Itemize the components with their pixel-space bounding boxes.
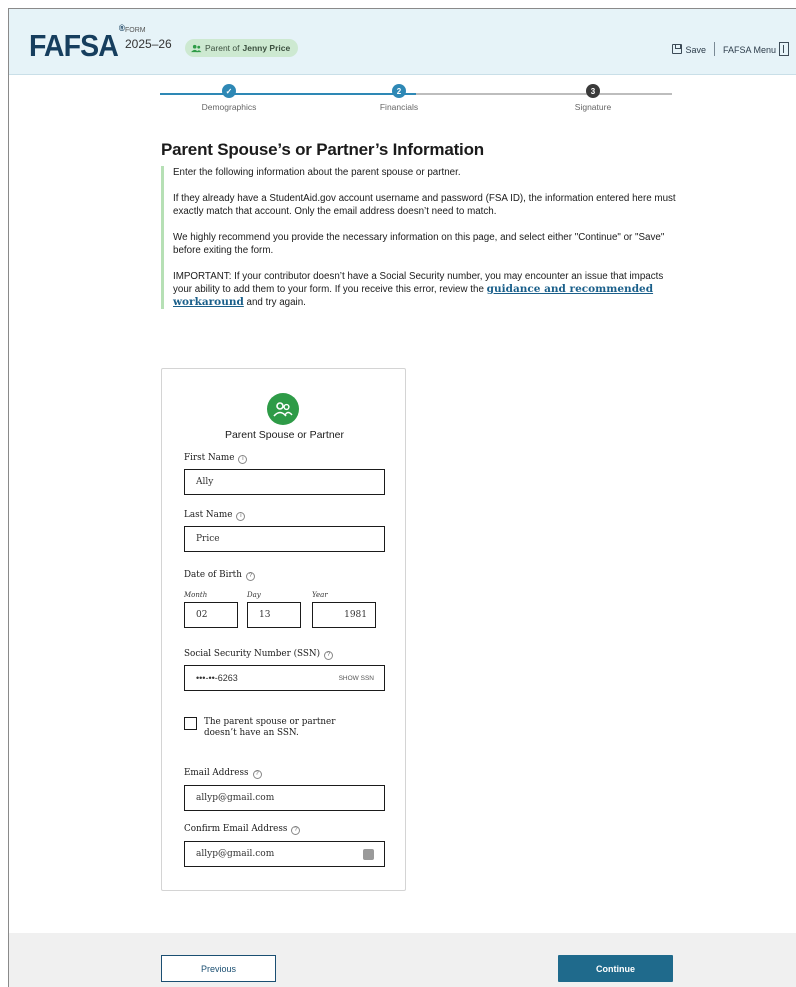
people-icon [191, 44, 202, 52]
intro-paragraph: Enter the following information about th… [173, 167, 461, 178]
contributor-badge: Parent of Jenny Price [185, 39, 299, 57]
confirm-email-input[interactable]: allyp@gmail.com [184, 841, 385, 867]
email-input[interactable]: allyp@gmail.com [184, 785, 385, 811]
label-text: Last Name [184, 510, 233, 520]
step-label: Signature [574, 102, 612, 112]
label-text: Date of Birth [184, 570, 242, 580]
intro-callout: Enter the following information about th… [161, 166, 681, 309]
info-icon[interactable]: i [238, 455, 248, 464]
no-ssn-label: The parent spouse or partner doesn’t hav… [204, 717, 336, 738]
input-value: 13 [259, 610, 271, 620]
logo-registered-mark: ® [118, 22, 125, 33]
show-ssn-button[interactable]: SHOW SSN [339, 675, 374, 682]
important-paragraph: IMPORTANT: If your contributor doesn’t h… [173, 270, 681, 309]
people-icon [273, 402, 293, 417]
keyboard-icon [363, 849, 374, 860]
first-name-label: First Name i [184, 453, 248, 464]
step-label: Demographics [201, 102, 257, 112]
step-number-icon: 3 [586, 84, 600, 98]
form-year: 2025–26 [125, 37, 172, 51]
header-actions: Save FAFSA Menu [672, 42, 789, 56]
save-label: Save [685, 44, 706, 55]
form-label: FORM [125, 27, 146, 34]
dob-day-input[interactable]: 13 [247, 602, 301, 628]
no-ssn-option[interactable]: The parent spouse or partner doesn’t hav… [184, 717, 364, 739]
progress-stepper: ✓ Demographics 2 Financials 3 Signature [160, 79, 672, 119]
day-label: Day [247, 591, 261, 599]
info-icon[interactable]: i [236, 512, 246, 521]
input-value: allyp@gmail.com [196, 849, 275, 859]
card-title: Parent Spouse or Partner [224, 429, 345, 441]
step-demographics: ✓ Demographics [179, 84, 279, 112]
input-value: 1981 [344, 610, 367, 620]
spouse-info-card: Parent Spouse or Partner First Name i All… [161, 368, 406, 891]
input-value: 02 [196, 610, 208, 620]
help-icon[interactable]: ? [252, 770, 262, 779]
continue-button[interactable]: Continue [558, 955, 673, 982]
no-ssn-checkbox[interactable] [184, 717, 197, 730]
logo-text: FAFSA [29, 28, 119, 63]
person-icon [267, 393, 299, 425]
form-footer: Previous Continue [9, 933, 796, 987]
help-icon[interactable]: ? [324, 651, 334, 660]
last-name-label: Last Name i [184, 510, 246, 521]
month-label: Month [184, 591, 208, 599]
app-header: FAFSA® FORM 2025–26 Parent of Jenny Pric… [9, 9, 796, 75]
label-text: Social Security Number (SSN) [184, 649, 321, 659]
badge-student-name: Jenny Price [242, 43, 291, 53]
previous-button[interactable]: Previous [161, 955, 276, 982]
input-value: Ally [196, 477, 214, 487]
year-label: Year [312, 591, 328, 599]
save-icon [672, 43, 683, 54]
fafsa-logo[interactable]: FAFSA® [29, 23, 125, 64]
label-text: Confirm Email Address [184, 824, 288, 834]
important-text-end: and try again. [243, 297, 306, 308]
intro-paragraph: If they already have a StudentAid.gov ac… [173, 193, 676, 217]
badge-prefix: Parent of [205, 43, 240, 53]
fafsa-menu-button[interactable]: FAFSA Menu [723, 42, 789, 56]
dob-label: Date of Birth? [184, 570, 255, 581]
step-number-icon: 2 [392, 84, 406, 98]
input-value: Price [196, 534, 220, 544]
first-name-input[interactable]: Ally [184, 469, 385, 495]
help-icon[interactable]: ? [291, 826, 301, 835]
step-label: Financials [379, 102, 419, 112]
step-signature: 3 Signature [543, 84, 643, 112]
ssn-input[interactable]: •••-••-6263 SHOW SSN [184, 665, 385, 691]
email-label: Email Address? [184, 768, 262, 779]
ssn-label: Social Security Number (SSN)? [184, 649, 334, 660]
help-icon[interactable]: ? [245, 572, 255, 581]
dob-year-input[interactable]: 1981 [312, 602, 376, 628]
check-icon: ✓ [222, 84, 236, 98]
intro-paragraph: We highly recommend you provide the nece… [173, 232, 665, 256]
dob-month-input[interactable]: 02 [184, 602, 238, 628]
last-name-input[interactable]: Price [184, 526, 385, 552]
menu-label: FAFSA Menu [722, 45, 776, 55]
confirm-email-label: Confirm Email Address? [184, 824, 301, 835]
input-value: allyp@gmail.com [196, 793, 275, 803]
input-value: •••-••-6263 [196, 673, 238, 683]
menu-icon [779, 42, 789, 56]
app-frame: FAFSA® FORM 2025–26 Parent of Jenny Pric… [8, 8, 796, 987]
save-link[interactable]: Save [672, 43, 706, 55]
label-text: First Name [184, 453, 235, 463]
label-text: Email Address [184, 768, 249, 778]
page-title: Parent Spouse’s or Partner’s Information [161, 140, 484, 159]
step-financials: 2 Financials [349, 84, 449, 112]
header-divider [713, 42, 715, 56]
